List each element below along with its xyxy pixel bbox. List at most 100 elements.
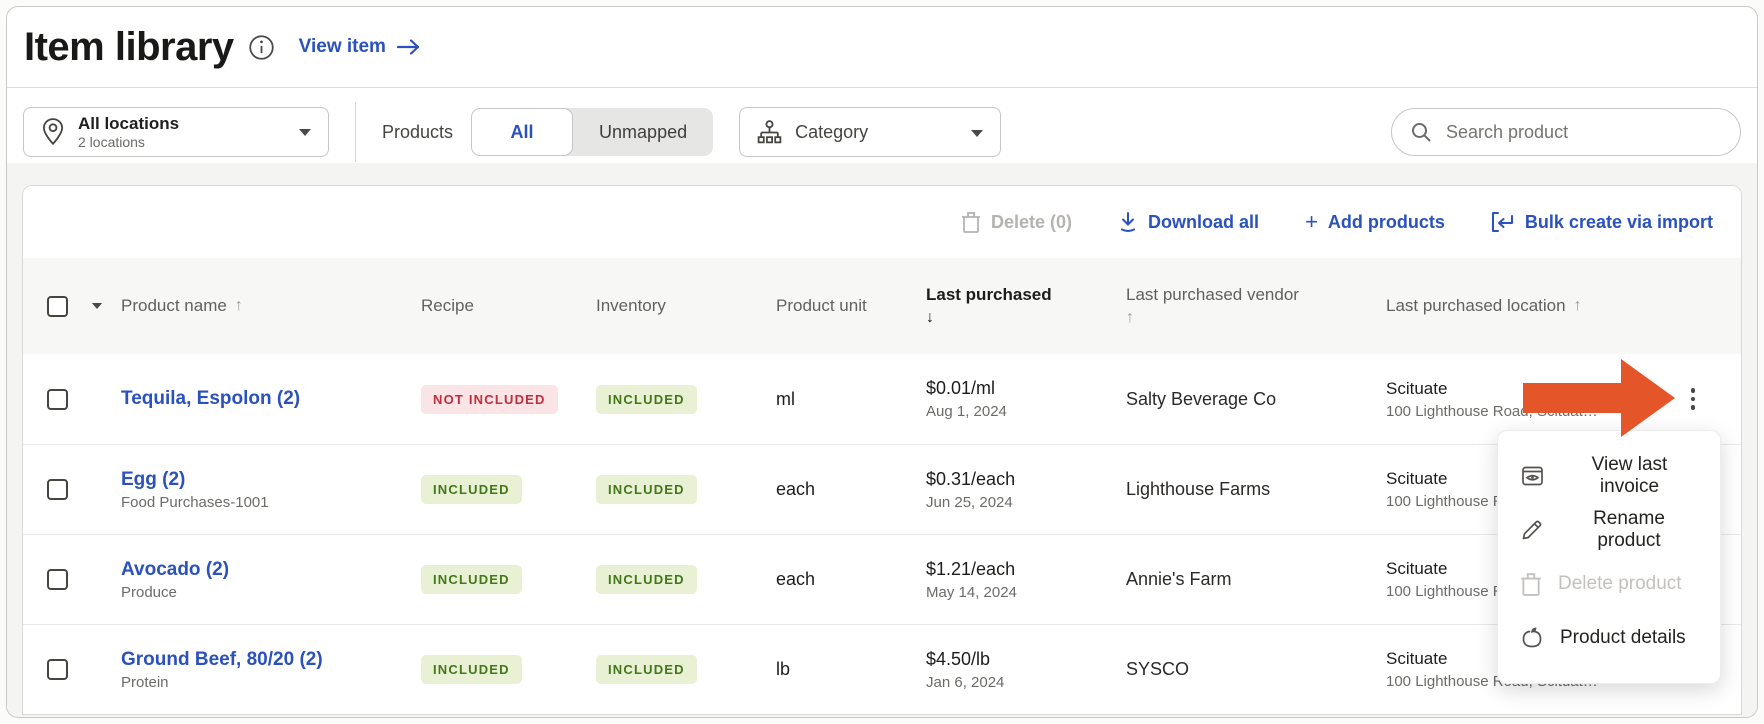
last-purchased-price: $0.31/each xyxy=(926,469,1126,490)
product-name-link[interactable]: Egg (2) xyxy=(121,469,421,491)
bulk-import-icon xyxy=(1491,211,1515,233)
table-row: Egg (2) Food Purchases-1001 INCLUDED INC… xyxy=(23,444,1741,534)
header-last-purchased-location[interactable]: Last purchased location ↑ xyxy=(1386,296,1665,316)
last-purchased-date: May 14, 2024 xyxy=(926,584,1126,601)
row-checkbox[interactable] xyxy=(47,659,68,680)
product-name-link[interactable]: Ground Beef, 80/20 (2) xyxy=(121,649,421,671)
inventory-status-badge: INCLUDED xyxy=(596,565,697,594)
row-checkbox[interactable] xyxy=(47,569,68,590)
table-row: Avocado (2) Produce INCLUDED INCLUDED ea… xyxy=(23,534,1741,624)
location-pin-icon xyxy=(40,117,66,147)
bulk-create-button[interactable]: Bulk create via import xyxy=(1491,211,1713,233)
location-selected-label: All locations xyxy=(78,114,179,134)
header-product-name[interactable]: Product name ↑ xyxy=(121,296,421,316)
category-selector[interactable]: Category xyxy=(739,107,1001,157)
location-name: Scituate xyxy=(1386,379,1665,399)
select-all-checkbox[interactable] xyxy=(47,296,68,317)
search-icon xyxy=(1410,121,1432,143)
inventory-status-badge: INCLUDED xyxy=(596,655,697,684)
menu-item-rename-product[interactable]: Rename product xyxy=(1498,503,1720,557)
delete-selected-button: Delete (0) xyxy=(961,211,1072,233)
view-item-label: View item xyxy=(299,36,386,58)
location-selector[interactable]: All locations 2 locations xyxy=(23,107,329,157)
view-item-link[interactable]: View item xyxy=(299,36,422,58)
sort-down-icon: ↓ xyxy=(926,309,934,327)
last-purchased-price: $4.50/lb xyxy=(926,649,1126,670)
last-purchased-date: Jan 6, 2024 xyxy=(926,674,1126,691)
products-toggle: All Unmapped xyxy=(471,108,713,156)
arrow-right-icon xyxy=(396,38,422,56)
menu-item-view-last-invoice[interactable]: View last invoice xyxy=(1498,449,1720,503)
chevron-down-icon xyxy=(970,122,984,143)
vendor-name: Salty Beverage Co xyxy=(1126,389,1386,410)
row-actions-kebab-icon[interactable] xyxy=(1665,380,1721,418)
trash-icon xyxy=(961,211,981,233)
last-purchased-date: Jun 25, 2024 xyxy=(926,494,1126,511)
table-row: Tequila, Espolon (2) NOT INCLUDED INCLUD… xyxy=(23,354,1741,444)
table-header-row: Product name ↑ Recipe Inventory Product … xyxy=(23,258,1741,354)
toggle-all-button[interactable]: All xyxy=(471,108,573,156)
filter-divider xyxy=(355,102,356,162)
pencil-icon xyxy=(1520,518,1544,542)
product-name-link[interactable]: Tequila, Espolon (2) xyxy=(121,388,421,410)
product-category: Food Purchases-1001 xyxy=(121,494,421,511)
download-icon xyxy=(1118,211,1138,233)
sort-up-icon: ↑ xyxy=(235,297,243,315)
page-title: Item library xyxy=(24,25,234,70)
download-all-button[interactable]: Download all xyxy=(1118,211,1259,233)
header-product-unit: Product unit xyxy=(776,296,926,316)
recipe-status-badge: NOT INCLUDED xyxy=(421,385,558,414)
vendor-name: Lighthouse Farms xyxy=(1126,479,1386,500)
header-recipe: Recipe xyxy=(421,296,596,316)
add-products-button[interactable]: + Add products xyxy=(1305,211,1445,233)
row-actions-menu: View last invoice Rename product Delete … xyxy=(1497,430,1721,684)
recipe-status-badge: INCLUDED xyxy=(421,655,522,684)
toggle-unmapped-button[interactable]: Unmapped xyxy=(573,108,713,156)
sort-up-icon: ↑ xyxy=(1574,297,1582,315)
last-purchased-price: $0.01/ml xyxy=(926,378,1126,399)
inventory-status-badge: INCLUDED xyxy=(596,385,697,414)
chevron-down-icon xyxy=(298,125,312,140)
products-filter-label: Products xyxy=(382,122,453,143)
search-box xyxy=(1391,108,1741,156)
menu-item-label: Product details xyxy=(1560,627,1686,649)
apple-icon xyxy=(1520,626,1544,650)
category-hierarchy-icon xyxy=(756,119,783,146)
product-unit-value: ml xyxy=(776,389,926,410)
filter-bar: All locations 2 locations Products All U… xyxy=(7,101,1757,163)
header-divider xyxy=(7,87,1757,88)
header-last-purchased-vendor[interactable]: Last purchased vendor ↑ xyxy=(1126,285,1386,327)
products-table-card: Delete (0) Download all + Add products xyxy=(22,185,1742,715)
sort-up-icon: ↑ xyxy=(1126,309,1134,327)
vendor-name: SYSCO xyxy=(1126,659,1386,680)
header-inventory: Inventory xyxy=(596,296,776,316)
header-last-purchased[interactable]: Last purchased ↓ xyxy=(926,285,1126,327)
menu-item-label: Rename product xyxy=(1560,508,1698,552)
download-all-label: Download all xyxy=(1148,212,1259,233)
product-name-link[interactable]: Avocado (2) xyxy=(121,559,421,581)
invoice-eye-icon xyxy=(1520,464,1545,488)
location-address: 100 Lighthouse Road, Scituat… xyxy=(1386,403,1665,420)
product-unit-value: lb xyxy=(776,659,926,680)
location-count: 2 locations xyxy=(78,134,145,150)
menu-item-product-details[interactable]: Product details xyxy=(1498,611,1720,665)
vendor-name: Annie's Farm xyxy=(1126,569,1386,590)
menu-item-label: View last invoice xyxy=(1561,454,1698,498)
delete-selected-label: Delete (0) xyxy=(991,212,1072,233)
bulk-create-label: Bulk create via import xyxy=(1525,212,1713,233)
recipe-status-badge: INCLUDED xyxy=(421,565,522,594)
row-checkbox[interactable] xyxy=(47,389,68,410)
menu-item-delete-product: Delete product xyxy=(1498,557,1720,611)
search-input[interactable] xyxy=(1444,121,1722,144)
menu-item-label: Delete product xyxy=(1558,573,1682,595)
info-icon[interactable] xyxy=(248,34,275,61)
trash-icon xyxy=(1520,572,1542,596)
table-row: Ground Beef, 80/20 (2) Protein INCLUDED … xyxy=(23,624,1741,714)
select-menu-caret-icon[interactable] xyxy=(91,302,121,310)
add-products-label: Add products xyxy=(1328,212,1445,233)
category-label: Category xyxy=(795,122,868,143)
inventory-status-badge: INCLUDED xyxy=(596,475,697,504)
recipe-status-badge: INCLUDED xyxy=(421,475,522,504)
row-checkbox[interactable] xyxy=(47,479,68,500)
product-category: Protein xyxy=(121,674,421,691)
